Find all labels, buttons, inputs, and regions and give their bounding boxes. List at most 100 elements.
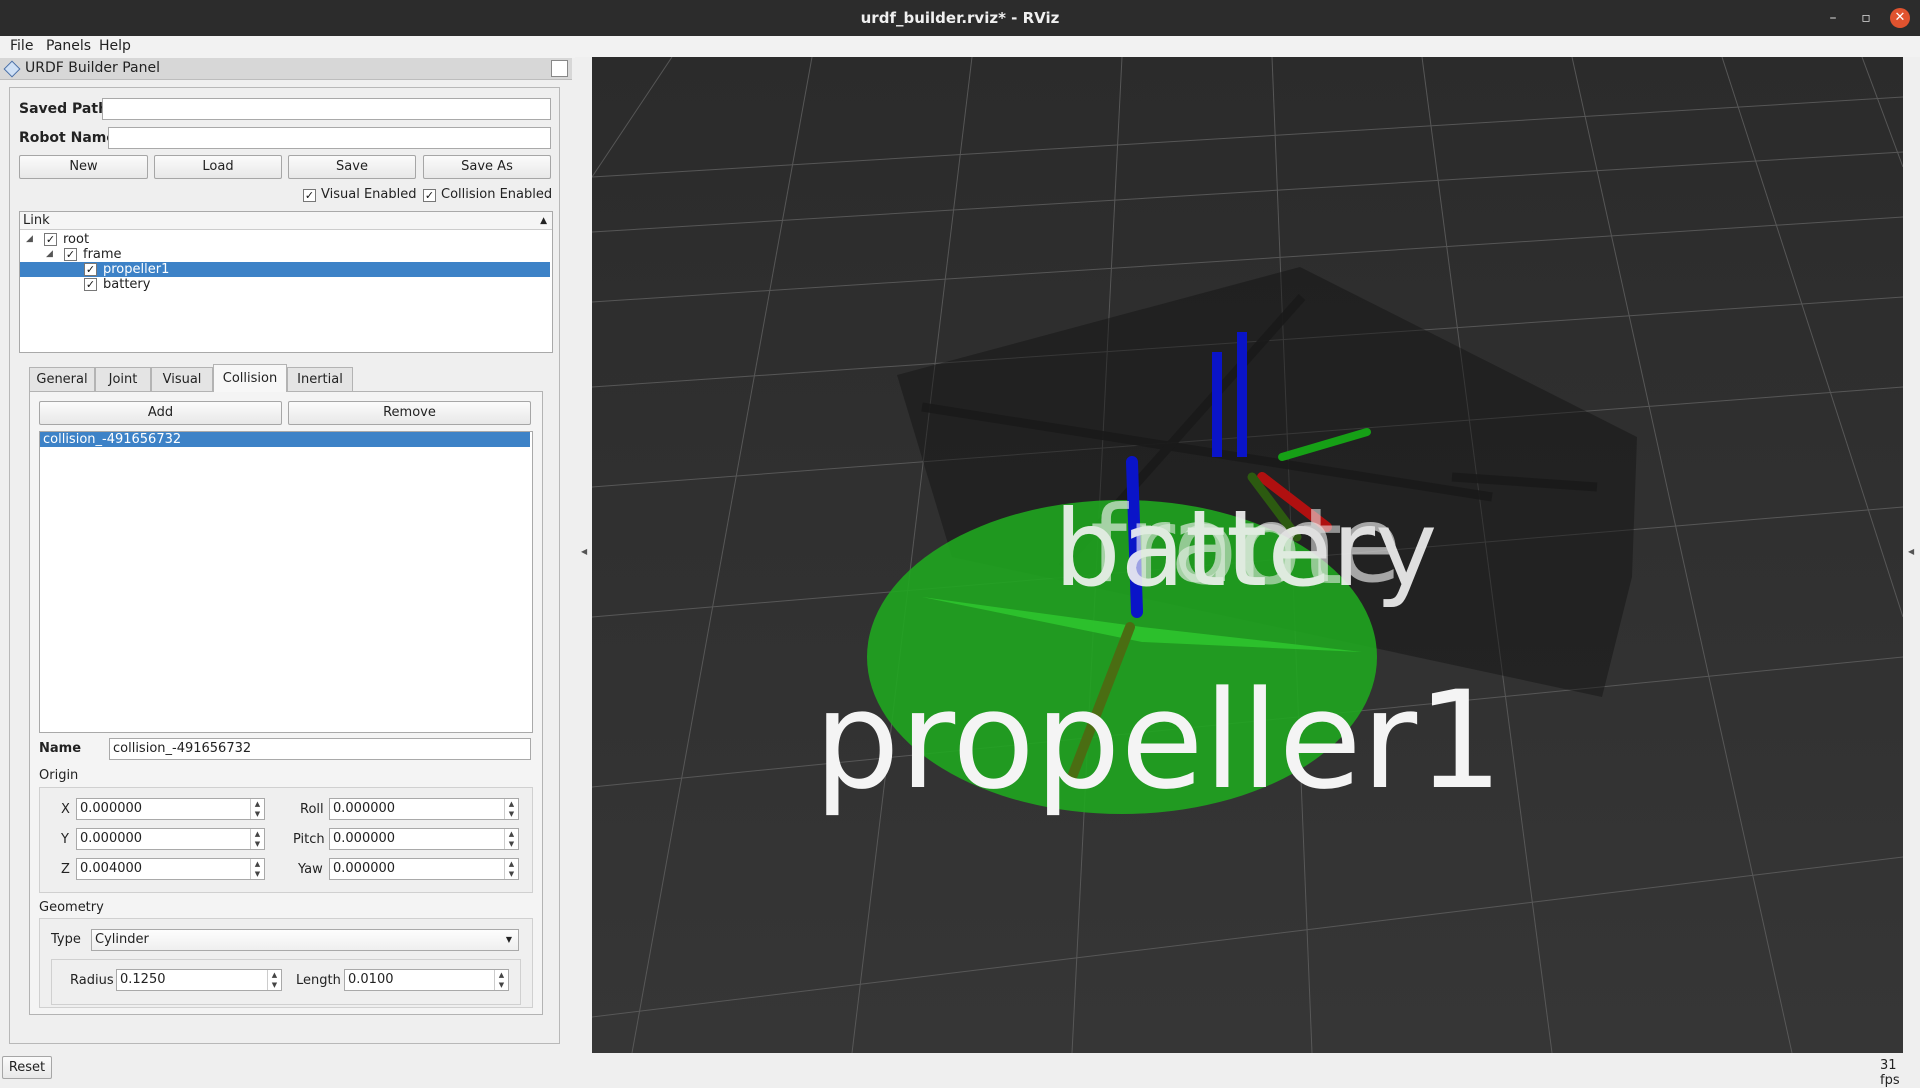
title-bar: urdf_builder.rviz* - RViz – ▫ ✕: [0, 0, 1920, 36]
y-label: Y: [61, 832, 69, 847]
collapse-left-icon[interactable]: ◀: [581, 547, 587, 556]
pitch-value: 0.000000: [333, 831, 396, 846]
type-dropdown[interactable]: Cylinder ▼: [91, 929, 519, 951]
tab-inertial[interactable]: Inertial: [287, 367, 353, 391]
chevron-down-icon: ▼: [505, 935, 512, 944]
tab-joint[interactable]: Joint: [95, 367, 151, 391]
collision-list[interactable]: collision_-491656732: [39, 431, 533, 733]
minimize-button[interactable]: –: [1823, 8, 1843, 28]
fps-readout: 31 fps: [1880, 1058, 1900, 1088]
x-value: 0.000000: [80, 801, 143, 816]
visual-enabled-checkbox[interactable]: ✓: [303, 189, 316, 202]
spin-arrows-icon[interactable]: ▲ ▼: [250, 799, 264, 819]
save-as-button[interactable]: Save As: [423, 155, 551, 179]
window-title: urdf_builder.rviz* - RViz: [860, 9, 1060, 27]
tab-collision[interactable]: Collision: [213, 364, 287, 392]
label-root: root: [1132, 486, 1343, 608]
x-label: X: [61, 802, 70, 817]
origin-label: Origin: [39, 768, 79, 783]
close-button[interactable]: ✕: [1890, 8, 1910, 28]
menu-bar: File Panels Help: [0, 36, 1920, 58]
type-value: Cylinder: [95, 932, 149, 947]
roll-label: Roll: [300, 802, 324, 817]
type-label: Type: [51, 932, 81, 947]
roll-value: 0.000000: [333, 801, 396, 816]
radius-spinbox[interactable]: 0.1250 ▲ ▼: [116, 969, 282, 991]
visual-enabled-label: Visual Enabled: [321, 187, 417, 202]
tab-general[interactable]: General: [29, 367, 95, 391]
tree-item-root[interactable]: root: [63, 232, 89, 247]
tree-selection-highlight: [20, 262, 550, 277]
y-value: 0.000000: [80, 831, 143, 846]
reset-button[interactable]: Reset: [2, 1056, 52, 1079]
save-button[interactable]: Save: [288, 155, 416, 179]
z-label: Z: [61, 862, 70, 877]
overlapping-link-labels: battery frame root: [1054, 484, 1437, 610]
collapse-right-icon[interactable]: ◀: [1908, 547, 1914, 556]
collision-enabled-label: Collision Enabled: [441, 187, 553, 202]
robot-name-field[interactable]: [108, 127, 551, 149]
viewport-scene: battery frame root propeller1: [592, 57, 1903, 1053]
name-field[interactable]: collision_-491656732: [109, 738, 531, 760]
collision-enabled-checkbox[interactable]: ✓: [423, 189, 436, 202]
panel-float-button[interactable]: [551, 60, 568, 77]
tree-checkbox-frame[interactable]: ✓: [64, 248, 77, 261]
tree-checkbox-battery[interactable]: ✓: [84, 278, 97, 291]
name-label: Name: [39, 741, 82, 756]
length-value: 0.0100: [348, 972, 394, 987]
tree-checkbox-root[interactable]: ✓: [44, 233, 57, 246]
link-tree[interactable]: Link ▲ ◢ ✓ root ◢ ✓ frame ✓ propeller1 ✓ …: [19, 211, 553, 353]
panel-icon: [3, 60, 21, 78]
right-splitter[interactable]: ◀: [1903, 57, 1920, 1053]
menu-help[interactable]: Help: [99, 38, 131, 54]
z-spinbox[interactable]: 0.004000 ▲ ▼: [76, 858, 265, 880]
load-button[interactable]: Load: [154, 155, 282, 179]
radius-value: 0.1250: [120, 972, 166, 987]
expand-arrow-icon[interactable]: ◢: [26, 234, 33, 244]
menu-file[interactable]: File: [10, 38, 33, 54]
panel-title: URDF Builder Panel: [25, 60, 160, 76]
tree-header-label: Link: [23, 213, 50, 228]
radius-label: Radius: [70, 973, 114, 988]
saved-path-label: Saved Path: [19, 101, 109, 117]
spin-arrows-icon[interactable]: ▲ ▼: [494, 970, 508, 990]
3d-viewport[interactable]: battery frame root propeller1: [592, 57, 1903, 1053]
yaw-value: 0.000000: [333, 861, 396, 876]
panel-header: URDF Builder Panel: [0, 58, 572, 80]
pitch-spinbox[interactable]: 0.000000 ▲ ▼: [329, 828, 519, 850]
tab-visual[interactable]: Visual: [151, 367, 213, 391]
spin-arrows-icon[interactable]: ▲ ▼: [504, 799, 518, 819]
z-value: 0.004000: [80, 861, 143, 876]
geometry-label: Geometry: [39, 900, 104, 915]
length-label: Length: [296, 973, 341, 988]
pitch-label: Pitch: [293, 832, 325, 847]
tree-item-propeller1[interactable]: propeller1: [103, 262, 169, 277]
expand-arrow-icon[interactable]: ◢: [46, 249, 53, 259]
menu-panels[interactable]: Panels: [46, 38, 91, 54]
spin-arrows-icon[interactable]: ▲ ▼: [504, 829, 518, 849]
roll-spinbox[interactable]: 0.000000 ▲ ▼: [329, 798, 519, 820]
x-spinbox[interactable]: 0.000000 ▲ ▼: [76, 798, 265, 820]
panel-splitter[interactable]: ◀: [575, 57, 592, 1053]
tree-item-battery[interactable]: battery: [103, 277, 150, 292]
tree-checkbox-propeller1[interactable]: ✓: [84, 263, 97, 276]
spin-arrows-icon[interactable]: ▲ ▼: [250, 859, 264, 879]
yaw-spinbox[interactable]: 0.000000 ▲ ▼: [329, 858, 519, 880]
saved-path-field[interactable]: [102, 98, 551, 120]
tree-header: Link ▲: [20, 212, 552, 230]
sort-indicator-icon: ▲: [540, 216, 547, 226]
spin-arrows-icon[interactable]: ▲ ▼: [267, 970, 281, 990]
maximize-button[interactable]: ▫: [1856, 8, 1876, 28]
length-spinbox[interactable]: 0.0100 ▲ ▼: [344, 969, 509, 991]
remove-collision-button[interactable]: Remove: [288, 401, 531, 425]
label-propeller1: propeller1: [814, 662, 1503, 819]
status-bar: Reset 31 fps: [0, 1055, 1920, 1088]
spin-arrows-icon[interactable]: ▲ ▼: [504, 859, 518, 879]
robot-name-label: Robot Name: [19, 130, 116, 146]
spin-arrows-icon[interactable]: ▲ ▼: [250, 829, 264, 849]
add-collision-button[interactable]: Add: [39, 401, 282, 425]
collision-list-item[interactable]: collision_-491656732: [40, 432, 530, 447]
new-button[interactable]: New: [19, 155, 148, 179]
y-spinbox[interactable]: 0.000000 ▲ ▼: [76, 828, 265, 850]
tree-item-frame[interactable]: frame: [83, 247, 122, 262]
